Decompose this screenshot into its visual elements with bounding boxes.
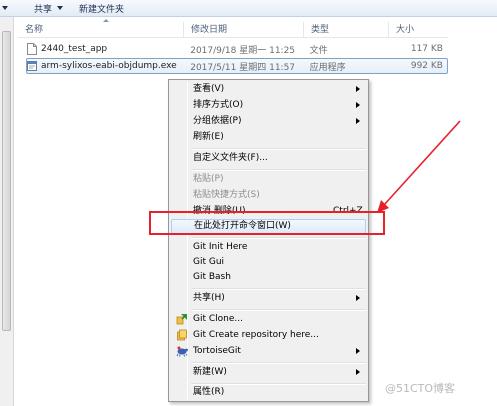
new-folder-button[interactable]: 新建文件夹 xyxy=(73,0,130,17)
exe-icon xyxy=(27,61,37,71)
file-icon xyxy=(27,43,37,55)
scrollbar-thumb[interactable] xyxy=(2,31,11,331)
file-name: 2440_test_app xyxy=(41,44,108,54)
menu-item-git-init-label: Git Init Here xyxy=(193,242,248,252)
menu-item-new[interactable]: 新建(W) xyxy=(171,365,366,380)
menu-item-paste-label: 粘贴(P) xyxy=(193,174,224,184)
menu-item-share[interactable]: 共享(H) xyxy=(171,291,366,306)
menu-item-git-bash-label: Git Bash xyxy=(193,272,231,282)
menu-item-tortoisegit-label: TortoiseGit xyxy=(193,346,241,356)
menu-item-view[interactable]: 查看(V) xyxy=(171,82,366,97)
menu-item-git-bash[interactable]: Git Bash xyxy=(171,270,366,285)
menu-item-properties-label: 属性(R) xyxy=(193,387,225,397)
column-type-label: 类型 xyxy=(311,25,330,35)
command-bar: 共享 新建文件夹 xyxy=(0,0,497,17)
menu-item-group-by-label: 分组依据(P) xyxy=(193,116,242,126)
menu-item-git-init[interactable]: Git Init Here xyxy=(171,240,366,255)
menu-item-sort-by[interactable]: 排序方式(O) xyxy=(171,98,366,113)
menu-item-new-label: 新建(W) xyxy=(193,367,227,377)
share-caret-icon xyxy=(57,6,64,10)
file-size: 992 KB xyxy=(410,61,443,71)
git-clone-icon xyxy=(176,314,187,325)
navigation-pane-scrollbar[interactable] xyxy=(0,17,14,406)
sort-up-icon xyxy=(103,19,109,22)
file-name: arm-sylixos-eabi-objdump.exe xyxy=(41,61,177,71)
submenu-arrow-icon xyxy=(356,86,360,92)
menu-item-refresh-label: 刷新(E) xyxy=(193,132,224,142)
menu-item-paste: 粘贴(P) xyxy=(171,172,366,187)
share-button-label: 共享 xyxy=(34,4,53,15)
menu-item-git-clone[interactable]: Git Clone... xyxy=(171,312,366,327)
organize-button[interactable] xyxy=(0,0,14,17)
menu-item-properties[interactable]: 属性(R) xyxy=(171,385,366,400)
column-size-label: 大小 xyxy=(396,25,415,35)
menu-separator xyxy=(191,148,366,150)
watermark: @51CTO博客 xyxy=(385,382,456,395)
file-name-cell: arm-sylixos-eabi-objdump.exe xyxy=(27,60,183,72)
organize-caret-icon xyxy=(2,6,8,10)
column-header-date[interactable]: 修改日期 xyxy=(183,22,303,38)
column-header-type[interactable]: 类型 xyxy=(303,22,388,38)
menu-item-group-by[interactable]: 分组依据(P) xyxy=(171,114,366,129)
new-folder-label: 新建文件夹 xyxy=(79,4,125,15)
menu-separator xyxy=(191,288,366,290)
menu-item-git-gui-label: Git Gui xyxy=(193,257,225,267)
file-date: 2017/5/11 星期四 11:57 xyxy=(190,62,296,73)
menu-item-sort-by-label: 排序方式(O) xyxy=(193,100,244,110)
menu-item-share-label: 共享(H) xyxy=(193,293,225,303)
menu-item-paste-shortcut-label: 粘贴快捷方式(S) xyxy=(193,190,260,200)
column-date-label: 修改日期 xyxy=(191,25,228,35)
menu-separator xyxy=(191,237,366,239)
menu-item-git-create-repo[interactable]: Git Create repository here... xyxy=(171,328,366,343)
annotation-highlight-box xyxy=(149,211,385,235)
menu-item-customize-folder[interactable]: 自定义文件夹(F)... xyxy=(171,151,366,166)
menu-item-git-clone-label: Git Clone... xyxy=(193,314,243,324)
menu-separator xyxy=(191,362,366,364)
menu-item-git-create-repo-label: Git Create repository here... xyxy=(193,330,319,340)
menu-item-paste-shortcut: 粘贴快捷方式(S) xyxy=(171,188,366,203)
file-type: 应用程序 xyxy=(309,62,346,73)
menu-separator xyxy=(191,169,366,171)
submenu-arrow-icon xyxy=(356,295,360,301)
file-name-cell: 2440_test_app xyxy=(27,43,183,55)
menu-item-git-gui[interactable]: Git Gui xyxy=(171,255,366,270)
submenu-arrow-icon xyxy=(356,118,360,124)
submenu-arrow-icon xyxy=(356,102,360,108)
share-button[interactable]: 共享 xyxy=(28,0,69,17)
column-header-name[interactable]: 名称 xyxy=(18,19,183,38)
file-row[interactable]: 2440_test_app 2017/9/18 星期一 11:25 文件 117… xyxy=(26,41,448,57)
menu-item-view-label: 查看(V) xyxy=(193,84,225,94)
column-name-label: 名称 xyxy=(25,25,44,35)
context-menu: 查看(V) 排序方式(O) 分组依据(P) 刷新(E) 自定义文件夹(F)...… xyxy=(168,79,369,402)
git-repo-icon xyxy=(177,329,187,341)
menu-item-tortoisegit[interactable]: TortoiseGit xyxy=(171,344,366,359)
file-type: 文件 xyxy=(309,45,328,56)
submenu-arrow-icon xyxy=(356,348,360,354)
file-size: 117 KB xyxy=(410,44,443,54)
menu-item-customize-folder-label: 自定义文件夹(F)... xyxy=(193,153,268,163)
submenu-arrow-icon xyxy=(356,369,360,375)
menu-item-refresh[interactable]: 刷新(E) xyxy=(171,130,366,145)
column-header-row: 名称 修改日期 类型 大小 xyxy=(18,19,448,38)
column-header-size[interactable]: 大小 xyxy=(388,22,448,38)
file-date: 2017/9/18 星期一 11:25 xyxy=(190,45,296,56)
menu-separator xyxy=(191,309,366,311)
tortoisegit-icon xyxy=(176,346,188,357)
file-row-selected[interactable]: arm-sylixos-eabi-objdump.exe 2017/5/11 星… xyxy=(26,58,448,74)
